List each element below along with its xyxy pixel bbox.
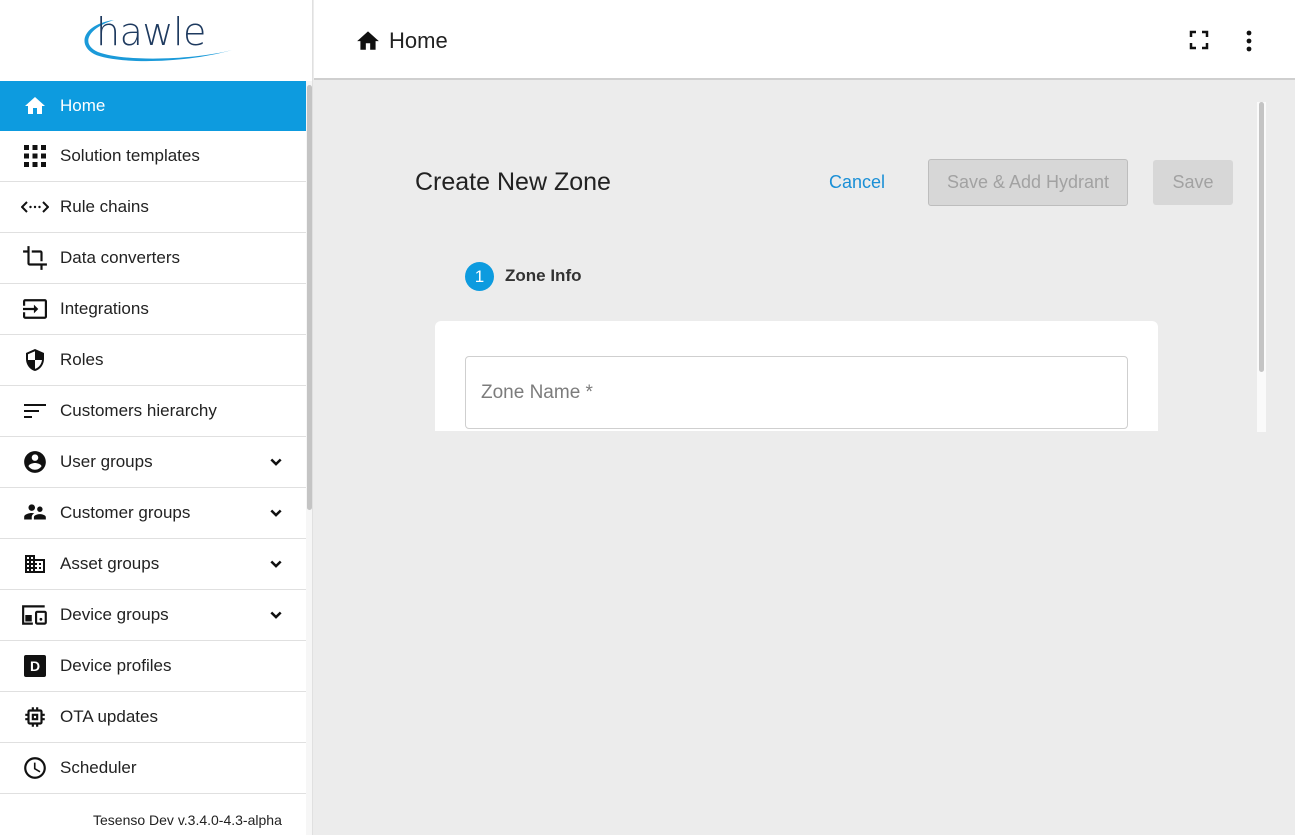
main-content: Create New Zone Cancel Save & Add Hydran… bbox=[314, 82, 1295, 835]
sidebar: hawle Home Solution templates Rule chain… bbox=[0, 0, 313, 835]
fullscreen-icon[interactable] bbox=[1189, 30, 1209, 50]
more-vert-icon[interactable] bbox=[1244, 29, 1254, 53]
sidebar-item-label: Roles bbox=[60, 350, 104, 369]
zone-name-input[interactable] bbox=[466, 357, 1127, 428]
sidebar-item-customers-hierarchy[interactable]: Customers hierarchy bbox=[0, 386, 306, 437]
zone-info-card bbox=[435, 321, 1158, 431]
top-bar: Home bbox=[314, 0, 1295, 80]
save-button[interactable]: Save bbox=[1153, 160, 1233, 205]
grid-icon bbox=[21, 142, 49, 170]
sidebar-item-rule-chains[interactable]: Rule chains bbox=[0, 182, 306, 233]
device-profile-icon: D bbox=[21, 652, 49, 680]
form-title: Create New Zone bbox=[415, 168, 611, 196]
crop-icon bbox=[21, 244, 49, 272]
sidebar-item-label: Home bbox=[60, 96, 106, 115]
step-number-badge: 1 bbox=[465, 262, 494, 291]
home-icon bbox=[357, 31, 379, 50]
input-icon bbox=[21, 295, 49, 323]
sidebar-nav: Home Solution templates Rule chains Data… bbox=[0, 81, 306, 794]
sidebar-item-label: Device groups bbox=[60, 605, 169, 624]
home-icon bbox=[21, 92, 49, 120]
chip-icon bbox=[21, 703, 49, 731]
sidebar-item-label: Rule chains bbox=[60, 197, 149, 216]
sort-lines-icon bbox=[21, 397, 49, 425]
sidebar-item-user-groups[interactable]: User groups bbox=[0, 437, 306, 488]
sidebar-item-asset-groups[interactable]: Asset groups bbox=[0, 539, 306, 590]
sidebar-item-label: User groups bbox=[60, 452, 153, 471]
sidebar-item-ota-updates[interactable]: OTA updates bbox=[0, 692, 306, 743]
building-icon bbox=[21, 550, 49, 578]
sidebar-item-label: Scheduler bbox=[60, 758, 137, 777]
sidebar-item-label: Data converters bbox=[60, 248, 180, 267]
sidebar-item-home[interactable]: Home bbox=[0, 81, 306, 131]
sidebar-item-label: Integrations bbox=[60, 299, 149, 318]
content-scrollbar[interactable] bbox=[1257, 102, 1266, 432]
sidebar-item-label: Customers hierarchy bbox=[60, 401, 217, 420]
logo[interactable]: hawle bbox=[0, 0, 312, 80]
sidebar-scrollbar[interactable] bbox=[306, 81, 312, 835]
svg-text:D: D bbox=[30, 658, 40, 674]
sidebar-item-label: Device profiles bbox=[60, 656, 172, 675]
sidebar-item-integrations[interactable]: Integrations bbox=[0, 284, 306, 335]
shield-icon bbox=[21, 346, 49, 374]
sidebar-item-label: OTA updates bbox=[60, 707, 158, 726]
sidebar-item-roles[interactable]: Roles bbox=[0, 335, 306, 386]
chevron-down-icon[interactable] bbox=[266, 452, 286, 472]
save-and-add-hydrant-button[interactable]: Save & Add Hydrant bbox=[928, 159, 1128, 206]
code-arrows-icon bbox=[21, 193, 49, 221]
chevron-down-icon[interactable] bbox=[266, 605, 286, 625]
sidebar-item-label: Customer groups bbox=[60, 503, 191, 522]
cancel-button[interactable]: Cancel bbox=[829, 172, 885, 193]
sidebar-item-label: Solution templates bbox=[60, 146, 200, 165]
step-label: Zone Info bbox=[505, 266, 582, 285]
sidebar-item-scheduler[interactable]: Scheduler bbox=[0, 743, 306, 794]
sidebar-item-solution-templates[interactable]: Solution templates bbox=[0, 131, 306, 182]
zone-name-field[interactable] bbox=[465, 356, 1128, 429]
logo-text: hawle bbox=[96, 10, 206, 54]
page-title: Home bbox=[389, 28, 448, 53]
devices-icon bbox=[21, 601, 49, 629]
sidebar-item-data-converters[interactable]: Data converters bbox=[0, 233, 306, 284]
sidebar-item-device-groups[interactable]: Device groups bbox=[0, 590, 306, 641]
supervisor-icon bbox=[21, 499, 49, 527]
chevron-down-icon[interactable] bbox=[266, 554, 286, 574]
clock-icon bbox=[21, 754, 49, 782]
sidebar-item-customer-groups[interactable]: Customer groups bbox=[0, 488, 306, 539]
sidebar-scrollbar-thumb[interactable] bbox=[307, 85, 312, 510]
version-label: Tesenso Dev v.3.4.0-4.3-alpha bbox=[93, 812, 282, 828]
account-circle-icon bbox=[21, 448, 49, 476]
chevron-down-icon[interactable] bbox=[266, 503, 286, 523]
sidebar-item-label: Asset groups bbox=[60, 554, 160, 573]
sidebar-item-device-profiles[interactable]: D Device profiles bbox=[0, 641, 306, 692]
content-scrollbar-thumb[interactable] bbox=[1259, 102, 1264, 372]
